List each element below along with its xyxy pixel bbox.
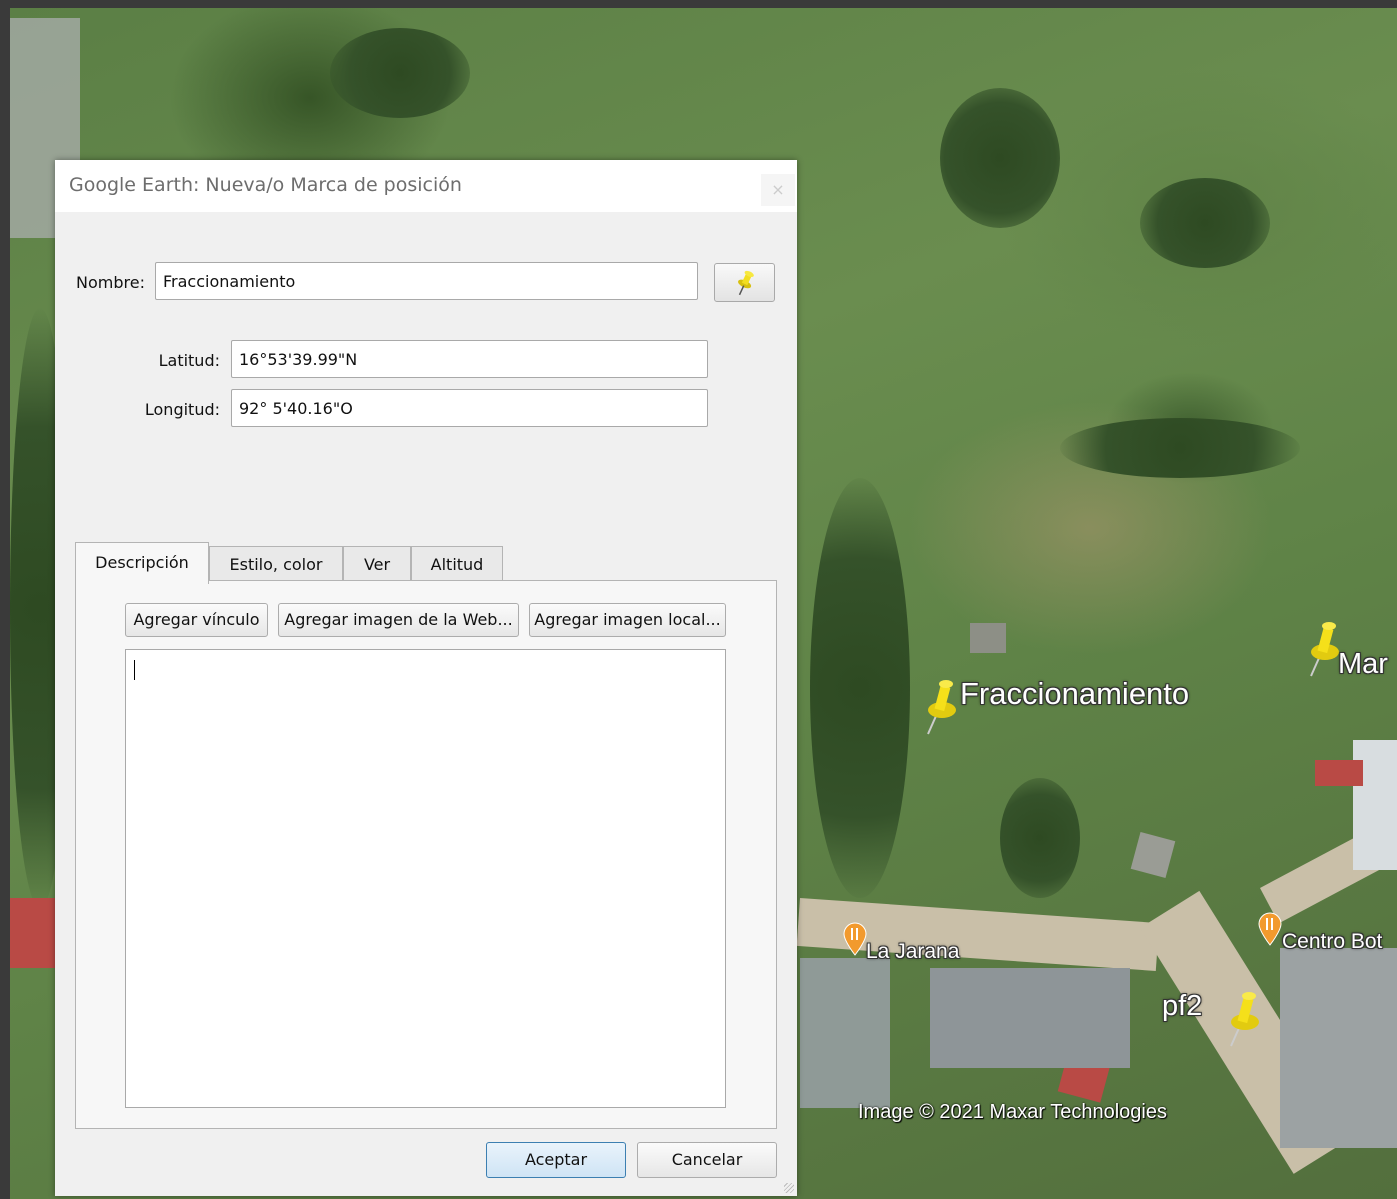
building	[10, 898, 56, 968]
tree-cluster	[330, 28, 470, 118]
placemark-pin-icon[interactable]	[922, 676, 962, 736]
placemark-label: pf2	[1162, 990, 1203, 1022]
name-label: Nombre:	[76, 273, 145, 292]
building	[1280, 948, 1397, 1148]
add-link-button[interactable]: Agregar vínculo	[125, 603, 268, 637]
accept-button[interactable]: Aceptar	[486, 1142, 626, 1178]
tree-cluster	[1060, 418, 1300, 478]
placemark-label: Fraccionamiento	[960, 676, 1190, 711]
tree-cluster	[940, 88, 1060, 228]
yellow-pushpin-icon	[738, 270, 754, 296]
building	[800, 958, 890, 1108]
poi-label: La Jarana	[866, 940, 960, 963]
longitude-label: Longitud:	[144, 400, 220, 419]
tab-altitud[interactable]: Altitud	[411, 546, 503, 582]
text-caret	[134, 660, 135, 680]
resize-grip-icon[interactable]	[784, 1183, 794, 1193]
dialog-titlebar[interactable]: Google Earth: Nueva/o Marca de posición …	[55, 160, 797, 212]
latitude-field[interactable]	[231, 340, 708, 378]
placemark-label: Mar	[1338, 648, 1388, 680]
close-button[interactable]: ×	[761, 174, 795, 206]
restaurant-poi-icon[interactable]	[1258, 912, 1282, 946]
building	[1130, 831, 1176, 879]
cancel-button[interactable]: Cancelar	[637, 1142, 777, 1178]
restaurant-poi-icon[interactable]	[843, 922, 867, 956]
imagery-copyright: Image © 2021 Maxar Technologies	[858, 1101, 1167, 1123]
dialog-title: Google Earth: Nueva/o Marca de posición	[69, 174, 462, 196]
description-textarea[interactable]	[125, 649, 726, 1108]
add-local-image-button[interactable]: Agregar imagen local...	[529, 603, 726, 637]
placemark-pin-icon[interactable]	[1225, 988, 1265, 1048]
building	[930, 968, 1130, 1068]
longitude-field[interactable]	[231, 389, 708, 427]
tree-cluster	[1140, 178, 1270, 268]
add-web-image-button[interactable]: Agregar imagen de la Web...	[278, 603, 519, 637]
building	[1315, 760, 1363, 786]
name-field[interactable]	[155, 262, 698, 300]
tree-cluster	[810, 478, 910, 898]
new-placemark-dialog: Google Earth: Nueva/o Marca de posición …	[55, 160, 797, 1196]
tree-cluster	[1000, 778, 1080, 898]
latitude-label: Latitud:	[158, 351, 220, 370]
tab-ver[interactable]: Ver	[343, 546, 411, 582]
tab-estilo-color[interactable]: Estilo, color	[209, 546, 343, 582]
poi-label: Centro Bot	[1282, 930, 1383, 953]
tab-descripcion[interactable]: Descripción	[75, 542, 209, 584]
placemark-icon-button[interactable]	[714, 263, 775, 302]
building	[970, 623, 1006, 653]
